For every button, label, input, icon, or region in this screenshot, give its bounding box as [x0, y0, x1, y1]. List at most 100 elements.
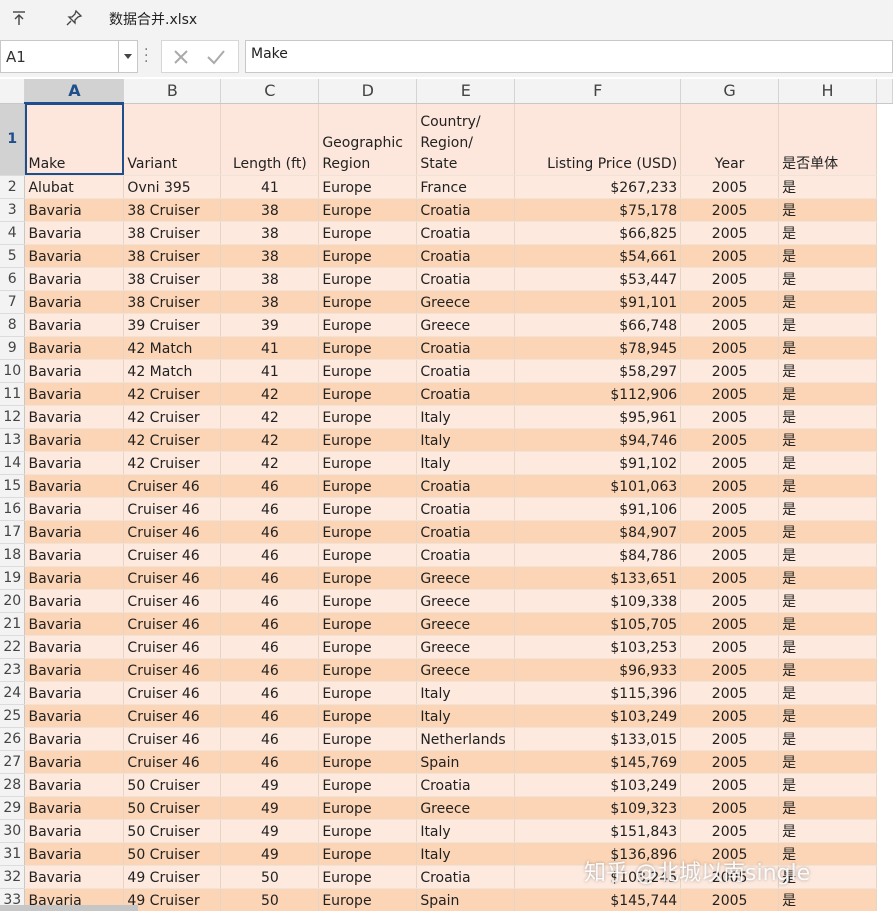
cell-price[interactable]: $103,249	[514, 704, 682, 728]
row-header[interactable]: 22	[0, 635, 26, 659]
cell-country[interactable]: Italy	[416, 428, 516, 452]
cell-empty[interactable]	[876, 474, 893, 497]
cell-single[interactable]: 是	[778, 497, 877, 521]
cell-region[interactable]: Europe	[318, 290, 418, 314]
cell-year[interactable]: 2005	[680, 244, 780, 268]
row-header[interactable]: 18	[0, 543, 26, 567]
cell-variant[interactable]: 38 Cruiser	[123, 244, 222, 268]
cell-year[interactable]: 2005	[680, 612, 780, 636]
cell-year[interactable]: 2005	[680, 428, 780, 452]
cell-single[interactable]: 是	[778, 589, 877, 613]
cell-empty[interactable]	[876, 612, 893, 635]
cell-region[interactable]: Europe	[318, 681, 418, 705]
cell-country[interactable]: Greece	[416, 612, 516, 636]
cell-single[interactable]: 是	[778, 888, 877, 911]
row-header[interactable]: 4	[0, 221, 26, 245]
cell-country[interactable]: Greece	[416, 796, 516, 820]
cancel-icon[interactable]	[172, 48, 190, 66]
cell-country[interactable]: Croatia	[416, 336, 516, 360]
cell-region[interactable]: Europe	[318, 497, 418, 521]
name-box-dropdown-icon[interactable]	[118, 40, 138, 73]
row-header[interactable]: 2	[0, 175, 26, 199]
cell-make[interactable]: Bavaria	[24, 520, 125, 544]
cell-length[interactable]: 41	[220, 175, 320, 199]
cell-length[interactable]: 46	[220, 566, 320, 590]
cell-price[interactable]: $54,661	[514, 244, 682, 268]
cell-single[interactable]: 是	[778, 313, 877, 337]
cell-make[interactable]: Bavaria	[24, 336, 125, 360]
row-header[interactable]: 24	[0, 681, 26, 705]
row-header[interactable]: 29	[0, 796, 26, 820]
cell-price[interactable]: $105,705	[514, 612, 682, 636]
cell-empty[interactable]	[876, 313, 893, 336]
cell-price[interactable]: $101,063	[514, 474, 682, 498]
cell-length[interactable]: 42	[220, 451, 320, 475]
cell-make[interactable]: Bavaria	[24, 451, 125, 475]
cell-year[interactable]: 2005	[680, 796, 780, 820]
cell-length[interactable]: 39	[220, 313, 320, 337]
cell-country[interactable]: Croatia	[416, 221, 516, 245]
cell-region[interactable]: Europe	[318, 635, 418, 659]
cell-variant[interactable]: Cruiser 46	[123, 727, 222, 751]
cell-price[interactable]: $145,744	[514, 888, 682, 911]
cell-length[interactable]: 46	[220, 520, 320, 544]
row-header[interactable]: 8	[0, 313, 26, 337]
cell-variant[interactable]: Cruiser 46	[123, 589, 222, 613]
cell-empty[interactable]	[876, 290, 893, 313]
cell-single[interactable]: 是	[778, 819, 877, 843]
cell-price[interactable]: $103,253	[514, 635, 682, 659]
cell-variant[interactable]: 50 Cruiser	[123, 819, 222, 843]
cell-length[interactable]: 49	[220, 773, 320, 797]
column-header-g[interactable]: G	[680, 79, 780, 104]
cell-length[interactable]: 49	[220, 796, 320, 820]
row-header[interactable]: 12	[0, 405, 26, 429]
cell-variant[interactable]: Cruiser 46	[123, 612, 222, 636]
cell-price[interactable]: $133,015	[514, 727, 682, 751]
cell-year[interactable]: 2005	[680, 589, 780, 613]
cell-price[interactable]: $151,843	[514, 819, 682, 843]
cell-empty[interactable]	[876, 727, 893, 750]
cell-year[interactable]: 2005	[680, 658, 780, 682]
cell-length[interactable]: 46	[220, 727, 320, 751]
cell-single[interactable]: 是	[778, 520, 877, 544]
column-header-d[interactable]: D	[318, 79, 418, 104]
cell-variant[interactable]: 38 Cruiser	[123, 267, 222, 291]
name-box[interactable]: A1	[0, 40, 118, 73]
cell-variant[interactable]: 42 Cruiser	[123, 405, 222, 429]
cell-year[interactable]: 2005	[680, 313, 780, 337]
cell-b1[interactable]: Variant	[123, 103, 222, 176]
cell-year[interactable]: 2005	[680, 520, 780, 544]
cell-country[interactable]: Greece	[416, 313, 516, 337]
cell-year[interactable]: 2005	[680, 382, 780, 406]
cell-single[interactable]: 是	[778, 451, 877, 475]
cell-empty[interactable]	[876, 589, 893, 612]
cell-country[interactable]: Greece	[416, 589, 516, 613]
row-header[interactable]: 15	[0, 474, 26, 498]
column-header-b[interactable]: B	[123, 79, 222, 104]
cell-year[interactable]: 2005	[680, 681, 780, 705]
cell-single[interactable]: 是	[778, 635, 877, 659]
cell-region[interactable]: Europe	[318, 382, 418, 406]
row-header[interactable]: 19	[0, 566, 26, 590]
cell-country[interactable]: Italy	[416, 704, 516, 728]
cell-country[interactable]: Croatia	[416, 244, 516, 268]
cell-d1[interactable]: Geographic Region	[318, 103, 418, 176]
cell-price[interactable]: $103,249	[514, 773, 682, 797]
cell-single[interactable]: 是	[778, 750, 877, 774]
column-header-i[interactable]	[876, 79, 893, 104]
cell-price[interactable]: $145,769	[514, 750, 682, 774]
cell-make[interactable]: Bavaria	[24, 267, 125, 291]
cell-country[interactable]: Croatia	[416, 474, 516, 498]
cell-make[interactable]: Bavaria	[24, 221, 125, 245]
cell-c1[interactable]: Length (ft)	[220, 103, 320, 176]
cell-country[interactable]: Italy	[416, 842, 516, 866]
row-header[interactable]: 7	[0, 290, 26, 314]
cell-make[interactable]: Bavaria	[24, 819, 125, 843]
cell-region[interactable]: Europe	[318, 750, 418, 774]
cell-variant[interactable]: 38 Cruiser	[123, 221, 222, 245]
cell-single[interactable]: 是	[778, 474, 877, 498]
cell-single[interactable]: 是	[778, 612, 877, 636]
cell-make[interactable]: Bavaria	[24, 727, 125, 751]
cell-year[interactable]: 2005	[680, 727, 780, 751]
cell-year[interactable]: 2005	[680, 290, 780, 314]
